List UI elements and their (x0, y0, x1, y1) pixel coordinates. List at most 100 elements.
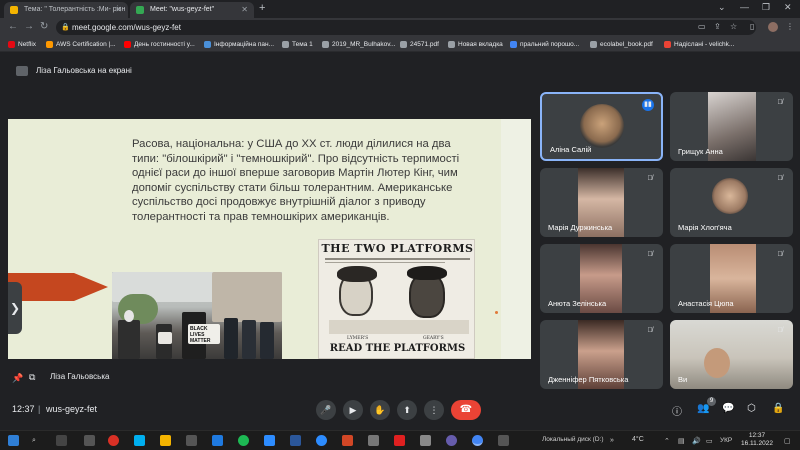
present-button[interactable]: ⬆ (397, 400, 417, 420)
bookmark-item[interactable]: ecolabel_book.pdf (590, 39, 653, 50)
bookmark-label: AWS Certification |... (56, 41, 116, 48)
language-indicator[interactable]: УКР (720, 437, 732, 444)
speaking-indicator-icon: ▮▮ (642, 99, 654, 111)
weather-widget[interactable]: 4°C (632, 436, 644, 443)
participant-tile[interactable]: 🎙̸ Марія Дуржинська (540, 168, 663, 237)
bookmark-item[interactable]: 2019_MR_Bulhakov... (322, 39, 395, 50)
participant-tile[interactable]: 🎙̸ Ви (670, 320, 793, 389)
network-icon[interactable]: ▤ (678, 437, 685, 445)
end-call-button[interactable]: ☎ (451, 400, 481, 420)
acrobat-icon[interactable] (394, 435, 405, 446)
camera-indicator-icon[interactable]: ▭ (698, 22, 706, 31)
participant-avatar (712, 178, 748, 214)
share-icon[interactable]: ⇪ (714, 22, 721, 31)
activities-icon[interactable]: ⬡ (747, 403, 756, 414)
app-icon[interactable] (420, 435, 431, 446)
volume-icon[interactable]: 🔊 (692, 437, 701, 445)
info-icon[interactable]: ⓘ (672, 403, 682, 418)
aws-icon (46, 41, 53, 48)
close-window-icon[interactable]: ✕ (784, 2, 792, 13)
reload-icon[interactable]: ↻ (40, 21, 48, 32)
page-icon (322, 41, 329, 48)
zoom-icon[interactable] (316, 435, 327, 446)
bookmark-item[interactable]: Інформаційна пан... (204, 39, 274, 50)
browser-tab-1[interactable]: Тема: " Толерантність :Ми- різн ✕ (4, 2, 128, 18)
chevron-up-icon[interactable]: ⌃ (664, 437, 670, 445)
powerpoint-icon[interactable] (342, 435, 353, 446)
search-icon[interactable]: ⌕ (32, 437, 36, 445)
bookmark-item[interactable]: Netflix (8, 39, 36, 50)
participant-tile[interactable]: 🎙̸ Анастасія Цюпа (670, 244, 793, 313)
back-icon[interactable]: ← (8, 21, 18, 32)
bookmark-item[interactable]: AWS Certification |... (46, 39, 116, 50)
taskbar-disk-label[interactable]: Локальный диск (D:) (542, 436, 604, 443)
opera-icon[interactable] (108, 435, 119, 446)
more-options-button[interactable]: ⋮ (424, 400, 444, 420)
bookmark-item[interactable]: Надіслані - velichk... (664, 39, 734, 50)
tab-1-title: Тема: " Толерантність :Ми- різн (24, 6, 126, 13)
chevron-right-icon[interactable]: » (610, 437, 614, 444)
word-icon[interactable] (290, 435, 301, 446)
camera-button[interactable]: ▶ (343, 400, 363, 420)
url-input[interactable]: 🔒 meet.google.com/wus-geyz-fet (56, 20, 756, 35)
participant-face (704, 348, 730, 378)
raise-hand-button[interactable]: ✋ (370, 400, 390, 420)
minimize-icon[interactable]: — (740, 2, 749, 12)
battery-icon[interactable]: ▭ (706, 437, 713, 445)
photo-building (212, 272, 282, 322)
microphone-icon: 🎤 (320, 405, 332, 415)
notifications-icon[interactable]: ▢ (784, 437, 791, 445)
browser-tab-2[interactable]: Meet: "wus-geyz-fet" ✕ (130, 2, 254, 18)
bookmarks-bar: Netflix AWS Certification |... День гост… (0, 37, 800, 52)
participant-tile[interactable]: 🎙̸ Грищук Анна (670, 92, 793, 161)
photo-person (260, 322, 274, 359)
mic-off-icon: 🎙̸ (777, 99, 783, 106)
bookmark-item[interactable]: пральний порошо... (510, 39, 579, 50)
bookmark-item[interactable]: Тема 1 (282, 39, 313, 50)
participant-tile[interactable]: 🎙̸ Дженніфер Пятковська (540, 320, 663, 389)
bookmark-item[interactable]: Новая вкладка (448, 39, 503, 50)
bookmark-item[interactable]: 24571.pdf (400, 39, 439, 50)
skype-icon[interactable] (134, 435, 145, 446)
poster-shoulders (329, 320, 469, 334)
chrome-icon[interactable] (472, 435, 483, 446)
explorer-icon[interactable] (160, 435, 171, 446)
participant-tile[interactable]: ▮▮ Аліна Салій (540, 92, 663, 161)
pin-icon[interactable]: 📌 (12, 371, 23, 385)
app-icon[interactable] (84, 435, 95, 446)
side-panel-icon[interactable]: ▯ (750, 22, 754, 31)
bookmark-item[interactable]: День гостинності у... (124, 39, 195, 50)
forward-icon[interactable]: → (24, 21, 34, 32)
maximize-icon[interactable]: ❐ (762, 2, 770, 13)
chat-icon[interactable]: 💬 (722, 403, 734, 414)
viber-icon[interactable] (446, 435, 457, 446)
expand-sidebar-button[interactable]: ❯ (8, 282, 22, 334)
spotify-icon[interactable] (238, 435, 249, 446)
new-tab-button[interactable]: + (259, 2, 265, 14)
app-icon[interactable] (212, 435, 223, 446)
task-view-icon[interactable] (56, 435, 67, 446)
host-controls-icon[interactable]: 🔒 (772, 403, 784, 414)
app-icon[interactable] (368, 435, 379, 446)
profile-avatar[interactable] (768, 22, 778, 32)
tab-2-title: Meet: "wus-geyz-fet" (150, 6, 215, 13)
participant-tile[interactable]: 🎙̸ Анюта Зелінська (540, 244, 663, 313)
microphone-button[interactable]: 🎤 (316, 400, 336, 420)
app-icon[interactable] (498, 435, 509, 446)
photo-face-mask (124, 310, 134, 322)
participant-name: Анастасія Цюпа (678, 299, 734, 308)
close-icon[interactable]: ✕ (241, 2, 248, 18)
chevron-down-icon[interactable]: ⌄ (718, 2, 726, 13)
bookmark-star-icon[interactable]: ☆ (730, 22, 737, 31)
people-count-badge: 9 (707, 397, 716, 406)
participant-name: Ви (678, 375, 688, 384)
windows-start-icon[interactable] (8, 435, 19, 446)
close-icon[interactable]: ✕ (115, 2, 122, 18)
menu-icon[interactable]: ⋮ (786, 22, 794, 31)
app-icon[interactable] (186, 435, 197, 446)
windows-taskbar: ⌕ Локальный диск (D:) » 4°C ⌃ ▤ 🔊 ▭ УКР … (0, 430, 800, 450)
mic-off-icon: 🎙̸ (647, 327, 653, 334)
app-icon[interactable] (264, 435, 275, 446)
clock[interactable]: 12:37 16.11.2022 (740, 432, 774, 448)
participant-tile[interactable]: 🎙̸ Марія Хлоп'ячa (670, 168, 793, 237)
